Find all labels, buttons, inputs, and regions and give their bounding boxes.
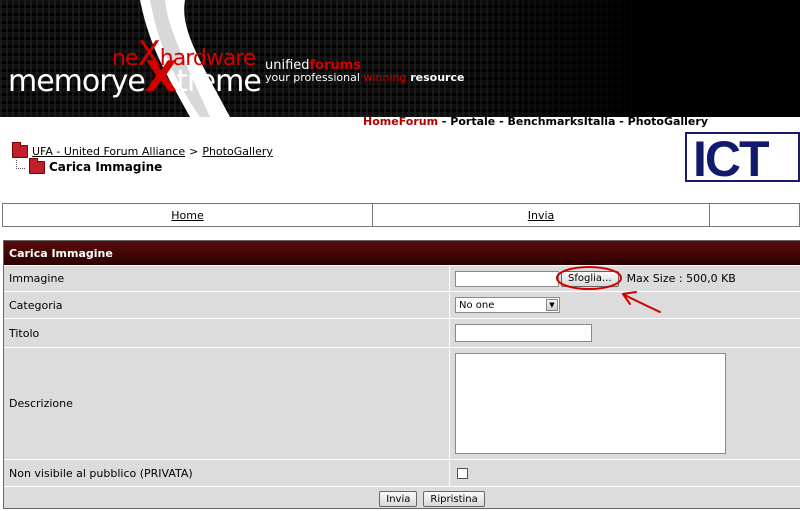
row-categoria: Categoria No one ▼ (4, 292, 800, 319)
logo-tagline-start: your professional (265, 71, 364, 84)
gallery-menu: Home Invia (2, 203, 800, 227)
nav-sep: - (495, 115, 508, 128)
breadcrumb: UFA - United Forum Alliance > PhotoGalle… (12, 142, 273, 174)
categoria-select[interactable]: No one ▼ (455, 297, 560, 313)
titolo-label: Titolo (4, 319, 450, 347)
row-titolo: Titolo (4, 319, 800, 348)
nav-benchmarksitalia-link[interactable]: BenchmarksItalia (508, 115, 616, 128)
upload-form: Carica Immagine Immagine Sfoglia... Max … (3, 240, 800, 509)
logo-tagline-winning: winning (363, 71, 407, 84)
privata-label: Non visibile al pubblico (PRIVATA) (4, 460, 450, 486)
folder-icon (12, 142, 28, 158)
nav-homeforum-link[interactable]: HomeForum (363, 115, 438, 128)
menu-home-link[interactable]: Home (171, 209, 203, 222)
logo-tagline: your professional winning resource (265, 71, 464, 84)
descrizione-label: Descrizione (4, 348, 450, 459)
top-nav: HomeForum - Portale - BenchmarksItalia -… (363, 115, 708, 128)
breadcrumb-separator: > (189, 145, 199, 158)
nav-portale-link[interactable]: Portale (450, 115, 495, 128)
menu-cell-empty (710, 204, 799, 226)
breadcrumb-current: Carica Immagine (49, 160, 163, 174)
image-file-input[interactable] (455, 270, 559, 287)
reset-button[interactable]: Ripristina (423, 491, 485, 507)
nav-sep: - (615, 115, 628, 128)
descrizione-textarea[interactable] (455, 353, 726, 454)
site-banner: neXhardware memoryeXtreme unifiedforums … (0, 0, 800, 117)
chevron-down-icon[interactable]: ▼ (546, 299, 558, 311)
submit-button[interactable]: Invia (379, 491, 418, 507)
row-descrizione: Descrizione (4, 348, 800, 460)
form-actions: Invia Ripristina (4, 487, 800, 511)
logo-memoryextreme: memoryeXtreme (8, 52, 262, 101)
banner-fade (440, 0, 800, 117)
ict-banner[interactable]: ICT (685, 132, 800, 182)
menu-cell-home: Home (3, 204, 373, 226)
logo-brand-memory: memory (8, 64, 128, 99)
menu-cell-invia: Invia (373, 204, 710, 226)
immagine-label: Immagine (4, 266, 450, 291)
ict-logo-text: ICT (693, 132, 770, 182)
logo-tagline-resource: resource (406, 71, 465, 84)
row-privata: Non visibile al pubblico (PRIVATA) (4, 460, 800, 487)
titolo-input[interactable] (455, 324, 592, 342)
browse-button[interactable]: Sfoglia... (561, 270, 619, 287)
folder-open-icon (29, 157, 45, 174)
categoria-label: Categoria (4, 292, 450, 318)
tree-connector (16, 159, 25, 169)
logo-brand-x: X (144, 52, 177, 101)
logo-brand-e: e (127, 64, 145, 99)
logo-brand-treme: treme (176, 64, 262, 99)
row-immagine: Immagine Sfoglia... Max Size : 500,0 KB (4, 266, 800, 292)
breadcrumb-photogallery-link[interactable]: PhotoGallery (202, 145, 273, 158)
breadcrumb-root-link[interactable]: UFA - United Forum Alliance (32, 145, 185, 158)
nav-photogallery-link[interactable]: PhotoGallery (628, 115, 708, 128)
max-size-text: Max Size : 500,0 KB (626, 272, 736, 285)
privata-checkbox[interactable] (457, 467, 468, 479)
categoria-selected-value: No one (459, 299, 495, 311)
form-title: Carica Immagine (4, 241, 800, 266)
nav-sep: - (438, 115, 451, 128)
menu-invia-link[interactable]: Invia (528, 209, 555, 222)
